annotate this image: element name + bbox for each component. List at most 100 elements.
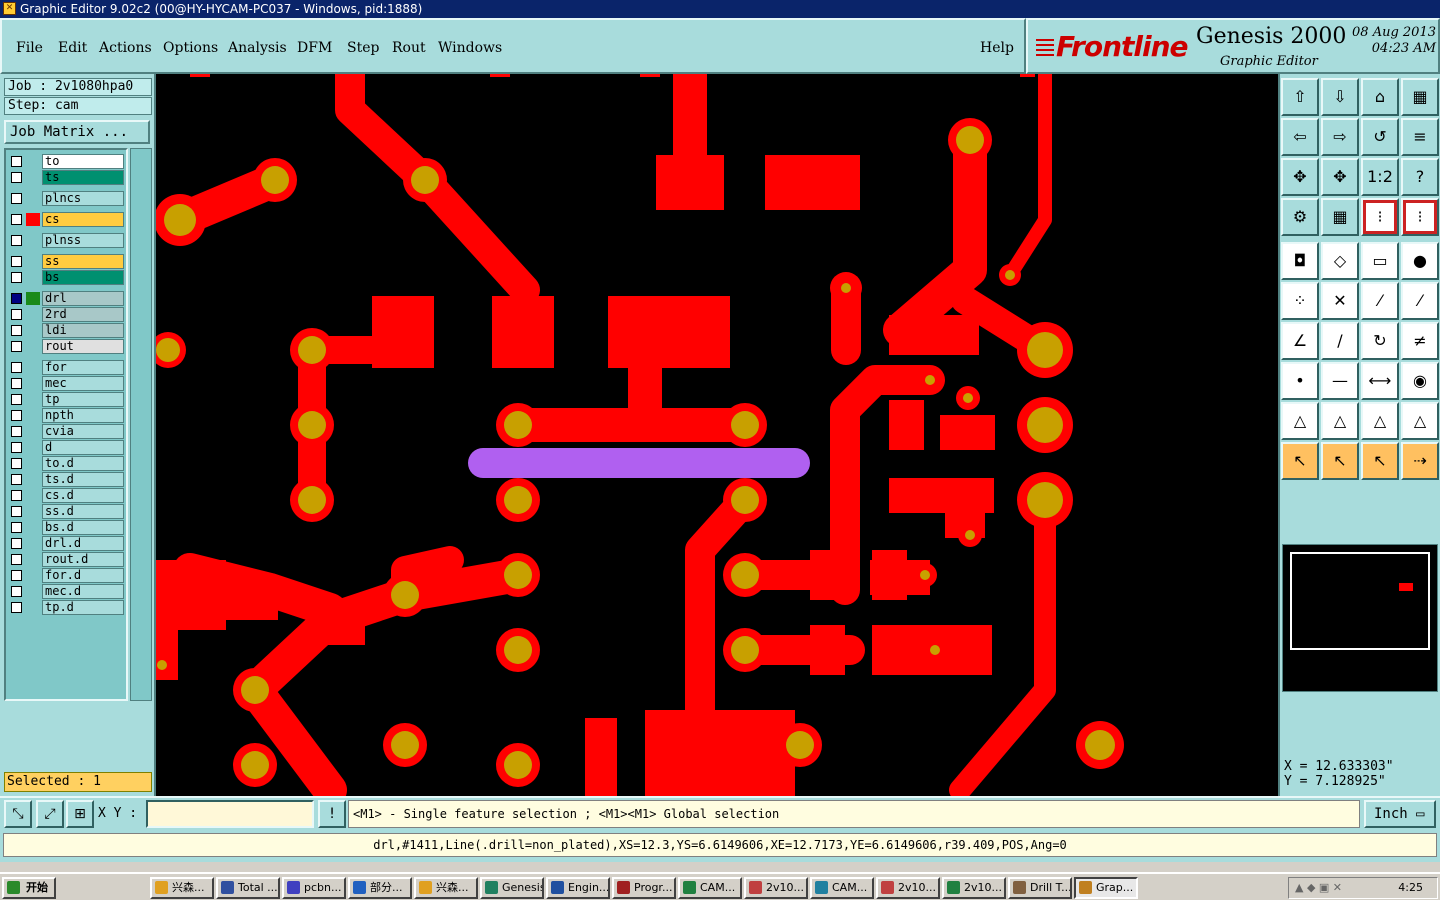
layer-checkbox[interactable] [11,442,22,453]
layer-row-ss[interactable]: ss [8,254,126,269]
menu-edit[interactable]: Edit [58,40,87,56]
layer-checkbox[interactable] [11,378,22,389]
taskbar-item[interactable]: Genesis [480,877,544,899]
layer-name[interactable]: plncs [42,191,124,206]
layer-row-ts.d[interactable]: ts.d [8,472,126,487]
layer-row-plnss[interactable]: plnss [8,233,126,248]
menu-dfm[interactable]: DFM [297,40,332,56]
zoom-next-tool-button[interactable]: ⇨ [1321,118,1359,156]
layer-name[interactable]: ts [42,170,124,185]
layer-name[interactable]: ss [42,254,124,269]
undo-tool-button[interactable]: ↺ [1361,118,1399,156]
layer-row-drl.d[interactable]: drl.d [8,536,126,551]
add-dot-tool-button[interactable]: ● [1401,242,1439,280]
layer-row-plncs[interactable]: plncs [8,191,126,206]
menu-file[interactable]: File [16,40,43,56]
fit-zoom-tool-button[interactable]: ✥ [1281,158,1319,196]
connect-tool-button[interactable]: ⁘ [1281,282,1319,320]
layer-name[interactable]: rout [42,339,124,354]
layer-checkbox[interactable] [11,426,22,437]
taskbar-item[interactable]: 2v10... [876,877,940,899]
layer-checkbox[interactable] [11,193,22,204]
layer-row-drl[interactable]: drl [8,291,126,306]
layer-name[interactable]: tp [42,392,124,407]
layer-row-npth[interactable]: npth [8,408,126,423]
layer-row-to.d[interactable]: to.d [8,456,126,471]
xy-input[interactable] [146,800,314,828]
angle-tool-button[interactable]: ∠ [1281,322,1319,360]
layer-checkbox[interactable] [11,474,22,485]
pan-tool-button[interactable]: ✥ [1321,158,1359,196]
route-tool-button[interactable]: ⇢ [1401,442,1439,480]
taskbar-item[interactable]: 部分... [348,877,412,899]
resize-tool-button[interactable]: — [1321,362,1359,400]
taskbar-item[interactable]: Grap... [1074,877,1138,899]
layer-name[interactable]: cs.d [42,488,124,503]
layer-row-rout[interactable]: rout [8,339,126,354]
layer-checkbox[interactable] [11,410,22,421]
layer-name[interactable]: mec.d [42,584,124,599]
layer-checkbox[interactable] [11,394,22,405]
measure-tool-button[interactable]: ▭ [1361,242,1399,280]
layer-checkbox[interactable] [11,156,22,167]
add-line-tool-button[interactable]: ⁄ [1361,282,1399,320]
layer-row-ss.d[interactable]: ss.d [8,504,126,519]
layer-name[interactable]: d [42,440,124,455]
zoom-prev-tool-button[interactable]: ⇦ [1281,118,1319,156]
layer-checkbox[interactable] [11,458,22,469]
layer-checkbox[interactable] [11,293,22,304]
taskbar-item[interactable]: Drill T... [1008,877,1072,899]
layer-row-ts[interactable]: ts [8,170,126,185]
zoom-area-button[interactable]: ⤢ [36,800,64,828]
menu-step[interactable]: Step [347,40,379,56]
layer-name[interactable]: cvia [42,424,124,439]
layer-checkbox[interactable] [11,235,22,246]
layer-name[interactable]: rout.d [42,552,124,567]
layer-checkbox[interactable] [11,602,22,613]
taskbar-item[interactable]: Total ... [216,877,280,899]
copy-tool-button[interactable]: ◉ [1401,362,1439,400]
layer-name[interactable]: bs.d [42,520,124,535]
taskbar-item[interactable]: pcbn... [282,877,346,899]
taskbar-item[interactable]: CAM... [678,877,742,899]
taskbar-item[interactable]: 兴森... [150,877,214,899]
layer-row-cvia[interactable]: cvia [8,424,126,439]
layer-row-bs[interactable]: bs [8,270,126,285]
layer-row-ldi[interactable]: ldi [8,323,126,338]
layer-checkbox[interactable] [11,490,22,501]
graphic-canvas[interactable] [156,74,1278,796]
layer-row-d[interactable]: d [8,440,126,455]
menu-actions[interactable]: Actions [99,40,152,56]
layer-checkbox[interactable] [11,172,22,183]
layer-checkbox[interactable] [11,256,22,267]
layer-checkbox[interactable] [11,522,22,533]
layer-name[interactable]: ts.d [42,472,124,487]
layer-list-scrollbar[interactable] [130,148,152,701]
layer-name[interactable]: ldi [42,323,124,338]
layer-row-cs.d[interactable]: cs.d [8,488,126,503]
add-surface-tool-button[interactable]: ◇ [1321,242,1359,280]
open-job-tool-button[interactable]: ⇧ [1281,78,1319,116]
unit-selector[interactable]: Inch ▭ [1364,800,1436,828]
list-tool-button[interactable]: ≡ [1401,118,1439,156]
menu-options[interactable]: Options [163,40,218,56]
job-matrix-button[interactable]: Job Matrix ... [4,120,150,144]
layer-row-rout.d[interactable]: rout.d [8,552,126,567]
taskbar-item[interactable]: 2v10... [942,877,1006,899]
select-box-tool-button[interactable]: ↖ [1321,442,1359,480]
layer-name[interactable]: for.d [42,568,124,583]
layer-name[interactable]: plnss [42,233,124,248]
layer-checkbox[interactable] [11,362,22,373]
layer-name[interactable]: ss.d [42,504,124,519]
poly-b-tool-button[interactable]: △ [1321,402,1359,440]
save-tool-button[interactable]: ⇩ [1321,78,1359,116]
taskbar-item[interactable]: 2v10... [744,877,808,899]
layer-name[interactable]: bs [42,270,124,285]
alert-button[interactable]: ! [318,800,346,828]
layer-checkbox[interactable] [11,506,22,517]
layer-checkbox[interactable] [11,325,22,336]
layer-row-for[interactable]: for [8,360,126,375]
layer-row-to[interactable]: to [8,154,126,169]
layer-name[interactable]: 2rd [42,307,124,322]
rotate-tool-button[interactable]: ↻ [1361,322,1399,360]
